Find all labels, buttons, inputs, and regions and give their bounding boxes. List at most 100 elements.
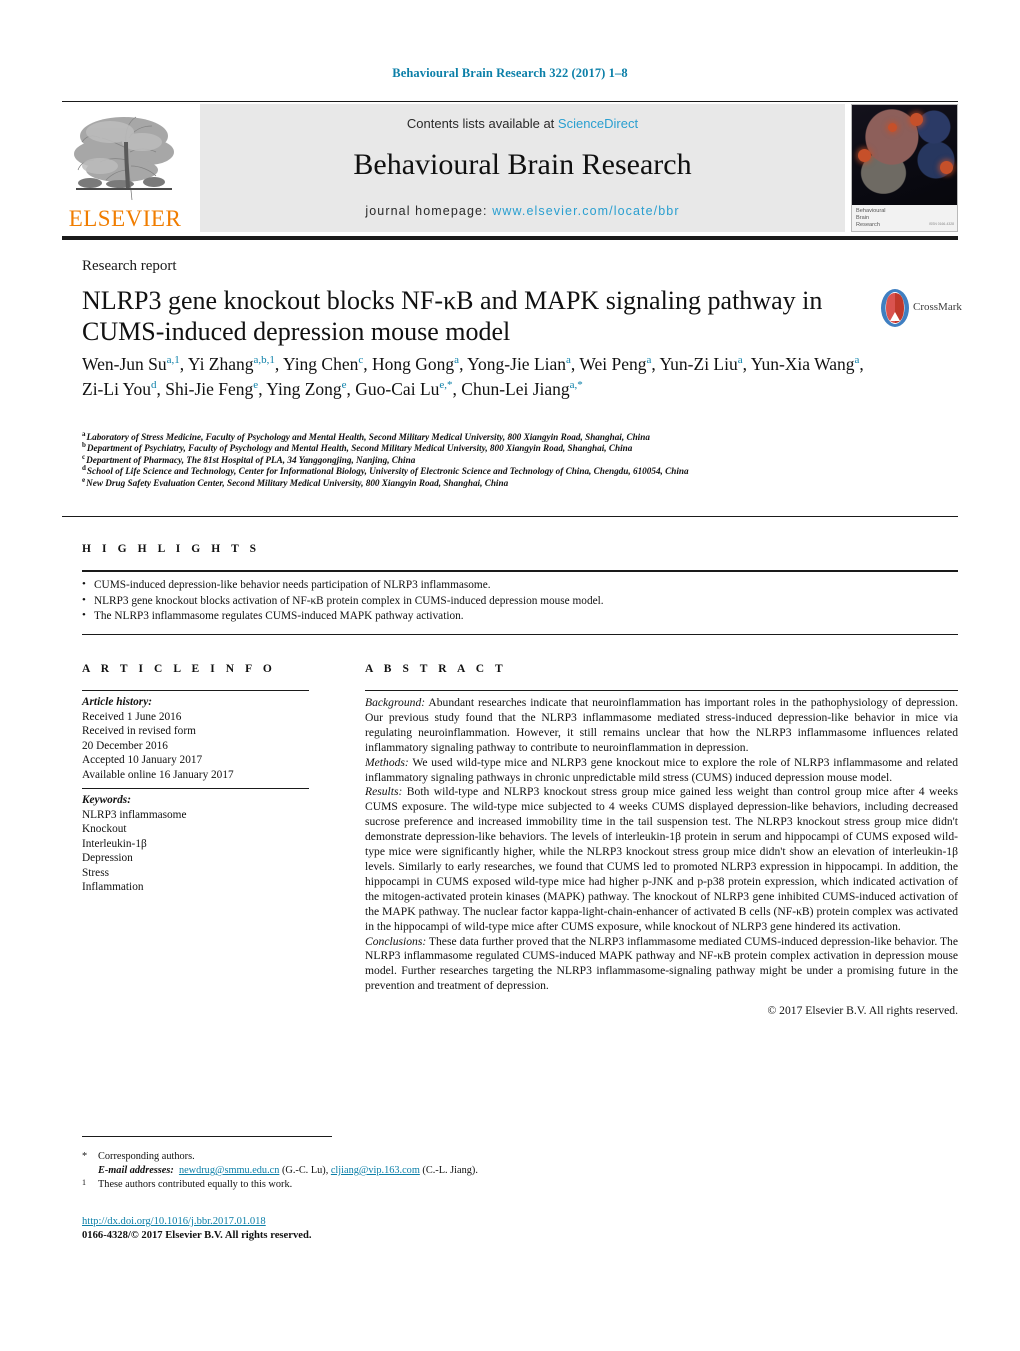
- abstract-heading: A B S T R A C T: [365, 663, 507, 675]
- author-entry: Yi Zhanga,b,1,: [188, 354, 283, 374]
- cover-neuron-icon: [940, 161, 953, 174]
- abstract-conclusions: Conclusions: These data further proved t…: [365, 935, 958, 995]
- crossmark-badge[interactable]: CrossMark: [880, 288, 962, 332]
- cover-issn: ISSN 0166-4328: [928, 222, 954, 226]
- author-name: Shi-Jie Feng: [165, 379, 254, 399]
- author-entry: Yun-Xia Wanga,: [751, 354, 864, 374]
- author-entry: Chun-Lei Jianga,*: [461, 379, 583, 399]
- keyword-item: NLRP3 inflammasome: [82, 808, 187, 821]
- author-separator: ,: [459, 354, 468, 374]
- masthead-top-rule: [62, 101, 958, 102]
- journal-cover-thumbnail: Behavioural Brain Research ISSN 0166-432…: [851, 104, 958, 232]
- author-name: Hong Gong: [372, 354, 455, 374]
- article-history-line: Received 1 June 2016: [82, 710, 182, 723]
- footnote-corresponding: * Corresponding authors.: [82, 1150, 682, 1164]
- affiliation-text: Department of Psychiatry, Faculty of Psy…: [86, 443, 633, 454]
- author-separator: ,: [363, 354, 373, 374]
- highlights-list: CUMS-induced depression-like behavior ne…: [82, 577, 958, 625]
- author-name: Zi-Li You: [82, 379, 152, 399]
- footnote-emails: E-mail addresses: newdrug@smmu.edu.cn (G…: [82, 1164, 682, 1178]
- cover-caption-line1: Behavioural: [856, 208, 886, 214]
- email-link-lu[interactable]: newdrug@smmu.edu.cn: [179, 1165, 279, 1176]
- journal-homepage-line: journal homepage: www.elsevier.com/locat…: [200, 204, 845, 218]
- author-separator: ,: [859, 354, 864, 374]
- abstract-rule: [365, 690, 958, 691]
- article-history-line: Accepted 10 January 2017: [82, 754, 203, 766]
- highlights-top-rule: [62, 516, 958, 517]
- keyword-item: Inflammation: [82, 881, 144, 893]
- keyword-item: Knockout: [82, 823, 127, 835]
- abstract-results-text: Both wild-type and NLRP3 knockout stress…: [365, 785, 958, 933]
- highlights-heading: H I G H L I G H T S: [82, 543, 261, 555]
- keyword-item: Depression: [82, 852, 133, 864]
- author-affiliation-marker: a,*: [569, 379, 583, 392]
- author-separator: ,: [274, 354, 284, 374]
- affiliation-row: bDepartment of Psychiatry, Faculty of Ps…: [82, 442, 962, 454]
- author-entry: Hong Gonga,: [372, 354, 467, 374]
- abstract-background: Background: Abundant researches indicate…: [365, 696, 958, 756]
- email-link-jiang[interactable]: cljiang@vip.163.com: [331, 1165, 420, 1176]
- journal-homepage-link[interactable]: www.elsevier.com/locate/bbr: [492, 204, 679, 218]
- affiliation-text: Laboratory of Stress Medicine, Faculty o…: [86, 432, 650, 442]
- footnote-one-marker: 1: [82, 1178, 86, 1187]
- email-attr-lu: (G.-C. Lu),: [279, 1165, 331, 1176]
- journal-masthead: ELSEVIER Contents lists available at Sci…: [62, 104, 958, 232]
- affiliation-text: New Drug Safety Evaluation Center, Secon…: [86, 477, 509, 488]
- highlight-item: The NLRP3 inflammasome regulates CUMS-in…: [82, 608, 958, 625]
- highlights-mid-rule: [82, 570, 958, 572]
- doi-link[interactable]: http://dx.doi.org/10.1016/j.bbr.2017.01.…: [82, 1216, 266, 1227]
- author-entry: Yong-Jie Liana,: [467, 354, 579, 374]
- abstract-results-lead: Results:: [365, 785, 403, 799]
- crossmark-label: CrossMark: [913, 301, 962, 313]
- running-head: Behavioural Brain Research 322 (2017) 1–…: [392, 66, 628, 80]
- journal-title: Behavioural Brain Research: [353, 148, 692, 181]
- keywords-heading: Keywords:: [82, 794, 131, 806]
- contents-prefix: Contents lists available at: [406, 116, 558, 131]
- author-name: Ying Chen: [283, 354, 359, 374]
- article-history: Article history: Received 1 June 2016 Rec…: [82, 695, 322, 782]
- abstract-background-lead: Background:: [365, 696, 426, 709]
- article-info-heading: A R T I C L E I N F O: [82, 663, 276, 675]
- author-list: Wen-Jun Sua,1, Yi Zhanga,b,1, Ying Chenc…: [82, 352, 872, 402]
- abstract-methods-lead: Methods:: [365, 755, 409, 769]
- author-entry: Guo-Cai Lue,*,: [355, 379, 461, 399]
- author-name: Yong-Jie Lian: [467, 354, 567, 374]
- elsevier-tree-svg: [74, 116, 174, 201]
- elsevier-wordmark: ELSEVIER: [68, 206, 182, 231]
- affiliation-text: School of Life Science and Technology, C…: [86, 466, 689, 477]
- issn-copyright-line: 0166-4328/© 2017 Elsevier B.V. All right…: [82, 1230, 312, 1241]
- abstract-methods: Methods: We used wild-type mice and NLRP…: [365, 756, 958, 786]
- keywords-block: Keywords: NLRP3 inflammasome Knockout Inte…: [82, 793, 322, 895]
- article-info-rule: [82, 690, 309, 691]
- affiliation-row: dSchool of Life Science and Technology, …: [82, 465, 962, 477]
- elsevier-tree-icon: [70, 108, 178, 204]
- author-entry: Yun-Zi Liua,: [659, 354, 750, 374]
- paper-page: Behavioural Brain Research 322 (2017) 1–…: [0, 0, 1020, 1351]
- abstract-conclusions-lead: Conclusions:: [365, 934, 427, 948]
- footnote-rule: [82, 1136, 332, 1137]
- email-attr-jiang: (C.-L. Jiang).: [419, 1165, 478, 1176]
- affiliation-row: aLaboratory of Stress Medicine, Faculty …: [82, 430, 962, 443]
- author-separator: ,: [156, 379, 166, 399]
- footnote-equal-text: These authors contributed equally to thi…: [98, 1179, 293, 1190]
- author-name: Yun-Xia Wang: [750, 354, 855, 374]
- author-name: Wei Peng: [579, 354, 647, 374]
- author-affiliation-marker: e,*: [439, 379, 453, 392]
- abstract-copyright: © 2017 Elsevier B.V. All rights reserved…: [767, 1004, 958, 1018]
- affiliation-row: eNew Drug Safety Evaluation Center, Seco…: [82, 476, 962, 489]
- author-entry: Shi-Jie Fenge,: [165, 379, 266, 399]
- abstract-conclusions-text: These data further proved that the NLRP3…: [365, 934, 958, 993]
- page-title: NLRP3 gene knockout blocks NF-κB and MAP…: [82, 285, 842, 347]
- contents-lists-line: Contents lists available at ScienceDirec…: [200, 116, 845, 131]
- elsevier-logo: ELSEVIER: [62, 106, 188, 232]
- sciencedirect-link[interactable]: ScienceDirect: [558, 116, 638, 131]
- highlight-item: CUMS-induced depression-like behavior ne…: [82, 577, 958, 594]
- masthead-bottom-rule: [62, 236, 958, 240]
- author-separator: ,: [452, 379, 462, 399]
- author-name: Wen-Jun Su: [82, 354, 167, 374]
- title-line-2: CUMS-induced depression mouse model: [82, 317, 511, 346]
- footnote-block: * Corresponding authors. E-mail addresse…: [82, 1150, 682, 1192]
- highlight-item: NLRP3 gene knockout blocks activation of…: [82, 593, 958, 610]
- author-name: Chun-Lei Jiang: [461, 379, 570, 399]
- keywords-rule: [82, 788, 309, 789]
